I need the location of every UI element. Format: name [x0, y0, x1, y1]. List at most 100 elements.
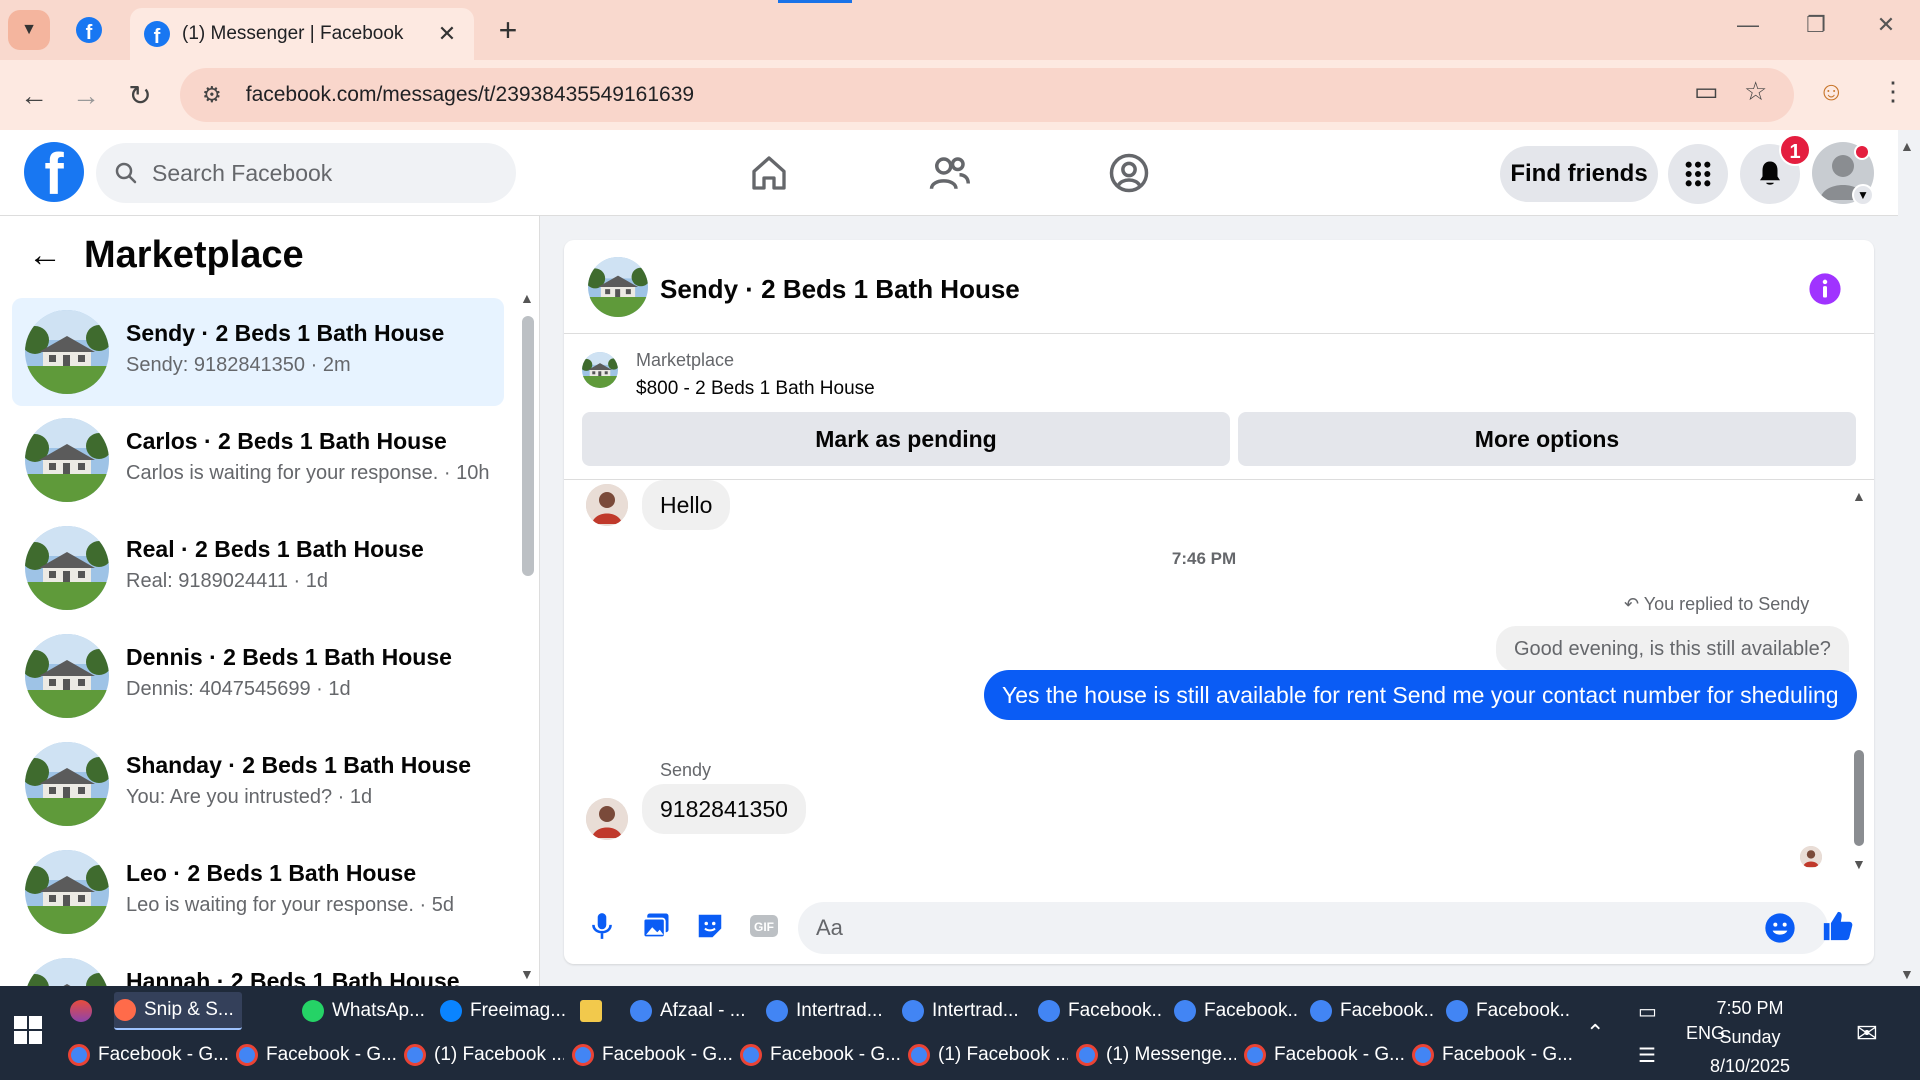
friends-icon[interactable]: [924, 148, 974, 198]
taskbar-app-button[interactable]: Facebook - G...: [68, 1036, 228, 1074]
taskbar-app-button[interactable]: [70, 992, 100, 1030]
marketplace-listing-bar: Marketplace $800 - 2 Beds 1 Bath House M…: [564, 334, 1874, 480]
taskbar-app-button[interactable]: Intertrad...: [766, 992, 890, 1030]
taskbar-app-label: (1) Facebook ...: [938, 1044, 1068, 1065]
taskbar-app-button[interactable]: Snip & S...: [114, 992, 242, 1030]
thumbs-up-icon[interactable]: [1820, 908, 1856, 944]
wifi-icon[interactable]: ☰: [1638, 1008, 1656, 1080]
close-tab-icon[interactable]: ✕: [434, 21, 460, 47]
gif-icon[interactable]: GIF: [746, 908, 782, 944]
active-browser-tab[interactable]: f (1) Messenger | Facebook ✕: [130, 8, 474, 60]
page-scroll-down-arrow[interactable]: ▼: [1900, 966, 1914, 982]
microphone-icon[interactable]: [584, 908, 620, 944]
chrome-icon: [908, 1044, 930, 1066]
conversation-item[interactable]: Sendy · 2 Beds 1 Bath House Sendy: 918284…: [12, 298, 504, 406]
conversation-item[interactable]: Shanday · 2 Beds 1 Bath House You: Are yo…: [12, 730, 504, 838]
conversation-preview: Real: 9189024411 · 1d: [126, 570, 329, 592]
taskbar-app-button[interactable]: WhatsAp...: [302, 992, 426, 1030]
message-bubble-outgoing[interactable]: Yes the house is still available for ren…: [984, 670, 1857, 720]
notifications-center-icon[interactable]: ✉: [1856, 986, 1878, 1080]
back-arrow-icon[interactable]: ←: [28, 236, 62, 275]
menu-grid-button[interactable]: [1668, 144, 1728, 204]
facebook-header: f Find friends: [0, 130, 1898, 216]
back-button[interactable]: ←: [14, 76, 54, 116]
pinned-facebook-tab[interactable]: f: [76, 17, 102, 43]
taskbar-app-button[interactable]: Facebook...: [1446, 992, 1570, 1030]
install-app-icon[interactable]: ▭: [1694, 76, 1719, 107]
address-bar[interactable]: ⚙ facebook.com/messages/t/23938435549161…: [180, 68, 1794, 122]
taskbar-app-button[interactable]: Afzaal - ...: [630, 992, 752, 1030]
gaming-profile-icon[interactable]: [1104, 148, 1154, 198]
taskbar-clock[interactable]: 7:50 PM Sunday 8/10/2025: [1680, 994, 1820, 1080]
forward-button[interactable]: →: [66, 76, 106, 116]
profile-icon[interactable]: ☺: [1818, 76, 1845, 107]
chevron-down-icon[interactable]: ▼: [1852, 184, 1874, 206]
taskbar-app-button[interactable]: Facebook...: [1038, 992, 1162, 1030]
chat-listing-thumbnail[interactable]: [588, 257, 648, 317]
taskbar-app-label: Facebook - G...: [1442, 1044, 1572, 1065]
photo-icon[interactable]: [638, 908, 674, 944]
sidebar-scrollbar[interactable]: [522, 316, 534, 576]
site-settings-icon[interactable]: ⚙: [202, 82, 222, 108]
bookmark-star-icon[interactable]: ☆: [1744, 76, 1767, 107]
message-bubble-incoming[interactable]: 9182841350: [642, 784, 806, 834]
windows-start-icon[interactable]: [14, 1016, 42, 1044]
emoji-icon[interactable]: [1762, 910, 1798, 946]
conversation-item[interactable]: Hannah · 2 Beds 1 Bath House: [12, 946, 504, 986]
notification-badge: 1: [1779, 134, 1811, 166]
home-icon[interactable]: [744, 148, 794, 198]
chat-title[interactable]: Sendy · 2 Beds 1 Bath House: [660, 274, 1020, 305]
message-input[interactable]: [816, 915, 1716, 941]
new-tab-button[interactable]: +: [490, 12, 526, 49]
message-input-box[interactable]: [798, 902, 1828, 954]
taskbar-app-button[interactable]: Facebook - G...: [740, 1036, 900, 1074]
conversation-item[interactable]: Dennis · 2 Beds 1 Bath House Dennis: 4047…: [12, 622, 504, 730]
app-icon: [902, 1000, 924, 1022]
minimize-button[interactable]: —: [1728, 12, 1768, 38]
search-box[interactable]: [96, 143, 516, 203]
taskbar-app-button[interactable]: Freeimag...: [440, 992, 570, 1030]
taskbar-app-button[interactable]: Facebook...: [1174, 992, 1298, 1030]
sender-avatar[interactable]: [586, 798, 628, 840]
conversation-item[interactable]: Leo · 2 Beds 1 Bath House Leo is waiting …: [12, 838, 504, 946]
taskbar-app-button[interactable]: Facebook...: [1310, 992, 1434, 1030]
sticker-icon[interactable]: [692, 908, 728, 944]
quoted-message[interactable]: Good evening, is this still available?: [1496, 626, 1849, 672]
listing-title[interactable]: $800 - 2 Beds 1 Bath House: [636, 378, 875, 400]
mark-as-pending-button[interactable]: Mark as pending: [582, 412, 1230, 466]
scroll-up-arrow[interactable]: ▲: [520, 290, 534, 306]
taskbar-app-button[interactable]: (1) Facebook ...: [404, 1036, 564, 1074]
taskbar-app-button[interactable]: [580, 992, 614, 1030]
show-hidden-icons[interactable]: ⌃: [1586, 986, 1604, 1080]
chrome-icon: [68, 1044, 90, 1066]
sender-avatar[interactable]: [586, 484, 628, 526]
search-input[interactable]: [152, 159, 492, 187]
more-options-button[interactable]: More options: [1238, 412, 1856, 466]
scroll-down-arrow[interactable]: ▼: [1852, 856, 1866, 872]
reload-button[interactable]: ↻: [120, 76, 160, 116]
restore-button[interactable]: ❐: [1796, 12, 1836, 38]
page-scroll-up-arrow[interactable]: ▲: [1900, 138, 1914, 154]
conversation-item[interactable]: Carlos · 2 Beds 1 Bath House Carlos is wa…: [12, 406, 504, 514]
scroll-down-arrow[interactable]: ▼: [520, 966, 534, 982]
listing-thumbnail[interactable]: [582, 352, 618, 388]
taskbar-app-button[interactable]: Facebook - G...: [236, 1036, 396, 1074]
taskbar-app-button[interactable]: Facebook - G...: [572, 1036, 732, 1074]
message-bubble-incoming[interactable]: Hello: [642, 480, 731, 530]
tab-search-dropdown[interactable]: ▼: [8, 10, 50, 50]
taskbar-app-label: Facebook - G...: [266, 1044, 396, 1065]
conversation-item[interactable]: Real · 2 Beds 1 Bath House Real: 91890244…: [12, 514, 504, 622]
conversation-name: Shanday · 2 Beds 1 Bath House: [126, 752, 472, 778]
find-friends-button[interactable]: Find friends: [1500, 146, 1658, 202]
close-window-button[interactable]: ✕: [1866, 12, 1906, 38]
taskbar-app-button[interactable]: (1) Messenge...: [1076, 1036, 1236, 1074]
taskbar-app-button[interactable]: (1) Facebook ...: [908, 1036, 1068, 1074]
taskbar-app-button[interactable]: Facebook - G...: [1244, 1036, 1404, 1074]
scroll-up-arrow[interactable]: ▲: [1852, 488, 1866, 504]
taskbar-app-button[interactable]: Intertrad...: [902, 992, 1026, 1030]
info-icon[interactable]: [1808, 272, 1842, 311]
facebook-logo[interactable]: f: [24, 142, 84, 202]
taskbar-app-button[interactable]: Facebook - G...: [1412, 1036, 1572, 1074]
message-scrollbar[interactable]: [1854, 750, 1864, 846]
browser-menu-icon[interactable]: ⋮: [1880, 76, 1906, 107]
